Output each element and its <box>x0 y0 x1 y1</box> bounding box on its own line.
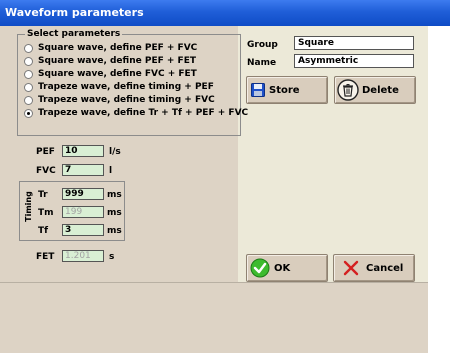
radio-label: Trapeze wave, define timing + PEF <box>38 82 214 92</box>
delete-label: Delete <box>362 84 399 96</box>
radio-option-4[interactable]: Trapeze wave, define timing + PEF <box>24 82 214 92</box>
fet-unit: s <box>109 252 115 262</box>
tr-label: Tr <box>38 190 48 200</box>
name-label: Name <box>247 58 277 68</box>
right-edge <box>428 26 450 352</box>
title-bar[interactable]: Waveform parameters <box>0 0 450 26</box>
radio-option-1[interactable]: Square wave, define PEF + FVC <box>24 43 197 53</box>
ok-label: OK <box>274 262 291 274</box>
radio-label: Square wave, define FVC + FET <box>38 69 197 79</box>
radio-button[interactable] <box>24 56 33 66</box>
tr-input[interactable]: 999 <box>62 188 104 200</box>
radio-label: Square wave, define PEF + FVC <box>38 43 198 53</box>
fvc-unit: l <box>109 166 113 176</box>
fvc-input[interactable]: 7 <box>62 164 104 176</box>
tf-input[interactable]: 3 <box>62 224 104 236</box>
cancel-label: Cancel <box>366 262 404 274</box>
radio-option-6[interactable]: Trapeze wave, define Tr + Tf + PEF + FVC <box>24 108 248 118</box>
tf-unit: ms <box>107 226 122 236</box>
radio-label: Trapeze wave, define timing + FVC <box>38 95 215 105</box>
radio-label: Square wave, define PEF + FET <box>38 56 196 66</box>
tm-input: 199 <box>62 206 104 218</box>
select-parameters-legend: Select parameters <box>25 29 123 39</box>
radio-option-5[interactable]: Trapeze wave, define timing + FVC <box>24 95 215 105</box>
check-icon <box>250 258 270 278</box>
cross-icon <box>342 259 360 277</box>
ok-button[interactable]: OK <box>246 254 328 282</box>
tr-unit: ms <box>107 190 122 200</box>
fet-input: 1.201 <box>62 250 104 262</box>
select-parameters-group: Select parameters Square wave, define PE… <box>17 29 248 136</box>
cancel-button[interactable]: Cancel <box>333 254 415 282</box>
name-input[interactable]: Asymmetric <box>294 54 414 68</box>
radio-button[interactable] <box>24 95 33 105</box>
tm-label: Tm <box>38 208 54 218</box>
timing-label: Timing <box>23 189 33 224</box>
store-label: Store <box>269 84 300 96</box>
radio-label: Trapeze wave, define Tr + Tf + PEF + FVC <box>38 108 249 118</box>
radio-button[interactable] <box>24 82 33 92</box>
delete-button[interactable]: Delete <box>334 76 416 104</box>
group-input[interactable]: Square <box>294 36 414 50</box>
tf-label: Tf <box>38 226 49 236</box>
radio-option-2[interactable]: Square wave, define PEF + FET <box>24 56 196 66</box>
store-button[interactable]: Store <box>246 76 328 104</box>
pef-label: PEF <box>36 147 55 157</box>
radio-option-3[interactable]: Square wave, define FVC + FET <box>24 69 197 79</box>
pef-unit: l/s <box>109 147 121 157</box>
radio-button-selected[interactable] <box>24 108 33 118</box>
radio-button[interactable] <box>24 69 33 79</box>
radio-button[interactable] <box>24 43 33 53</box>
tm-unit: ms <box>107 208 122 218</box>
floppy-disk-icon <box>251 83 265 97</box>
waveform-parameters-window: Waveform parameters Select parameters Sq… <box>0 0 450 353</box>
fvc-label: FVC <box>36 166 56 176</box>
pef-input[interactable]: 10 <box>62 145 104 157</box>
bottom-panel <box>0 282 428 353</box>
group-label: Group <box>247 40 278 50</box>
window-title: Waveform parameters <box>5 6 144 19</box>
fet-label: FET <box>36 252 55 262</box>
trash-bin-icon <box>337 79 359 101</box>
